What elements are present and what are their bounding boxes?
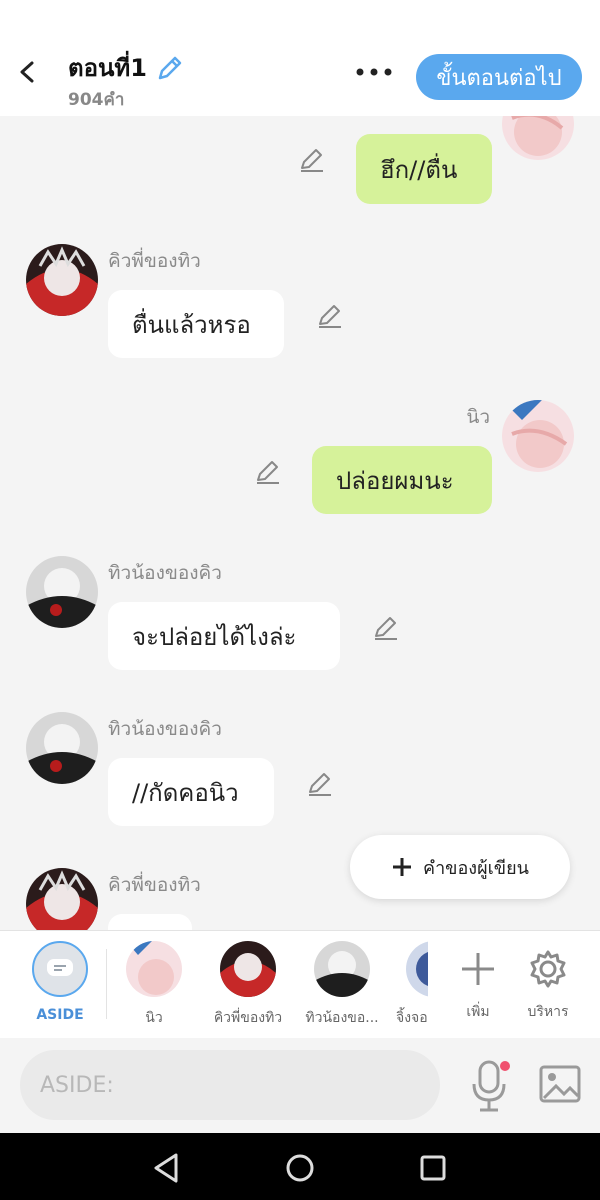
avatar-new[interactable] — [502, 400, 574, 472]
avatar-cue[interactable] — [26, 868, 98, 930]
gear-icon — [530, 950, 566, 988]
character-label: จิ้งจอ — [396, 1010, 428, 1026]
character-cue[interactable]: คิวพี่ของทิว — [204, 941, 292, 1036]
avatar — [314, 941, 370, 997]
message-bubble[interactable] — [108, 914, 192, 930]
character-new[interactable]: นิว — [110, 941, 198, 1036]
character-tew[interactable]: ทิวน้องขอ... — [298, 941, 386, 1036]
system-navigation-bar — [0, 1133, 600, 1200]
nav-home-icon[interactable] — [283, 1151, 317, 1185]
author-note-button[interactable]: คำของผู้เขียน — [350, 835, 570, 899]
sender-name: คิวพี่ของทิว — [108, 874, 201, 896]
title-row: ตอนที่1 — [68, 48, 185, 87]
character-label: ASIDE — [36, 1007, 84, 1023]
character-selector: ASIDE นิว คิวพี่ของทิว ทิวน้องขอ... จิ้ง… — [0, 930, 600, 1040]
word-count: 904คำ — [68, 90, 125, 110]
avatar — [406, 941, 428, 997]
sender-name: นิว — [466, 406, 490, 428]
top-bar: ตอนที่1 904คำ ขั้นตอนต่อไป — [0, 0, 600, 116]
character-fox[interactable]: จิ้งจอ — [386, 941, 428, 1036]
edit-message-icon[interactable] — [254, 458, 282, 486]
edit-message-icon[interactable] — [316, 302, 344, 330]
microphone-icon[interactable] — [468, 1058, 512, 1114]
back-arrow-icon[interactable] — [14, 58, 42, 86]
more-options-icon[interactable] — [354, 60, 394, 84]
character-label: นิว — [145, 1010, 163, 1026]
message-bubble[interactable]: ตื่นแล้วหรอ — [108, 290, 284, 358]
plus-icon — [393, 858, 412, 876]
message-input[interactable] — [20, 1050, 440, 1120]
sender-name: ทิวน้องของคิว — [108, 562, 222, 584]
message-bubble[interactable]: ปล่อยผมนะ — [312, 446, 492, 514]
chat-area[interactable]: ฮึก//ตื่น คิวพี่ของทิว ตื่นแล้วหรอ นิว ป… — [0, 116, 600, 930]
message-bubble[interactable]: ฮึก//ตื่น — [356, 134, 492, 204]
avatar-tew[interactable] — [26, 712, 98, 784]
page-title: ตอนที่1 — [68, 54, 147, 82]
message-bubble[interactable]: //กัดคอนิว — [108, 758, 274, 826]
avatar-tew[interactable] — [26, 556, 98, 628]
author-note-label: คำของผู้เขียน — [423, 857, 529, 879]
nav-recents-icon[interactable] — [416, 1151, 450, 1185]
manage-label: บริหาร — [527, 1004, 569, 1020]
message-bubble[interactable]: จะปล่อยได้ไงล่ะ — [108, 602, 340, 670]
manage-characters-button[interactable]: บริหาร — [504, 941, 592, 1036]
character-label: คิวพี่ของทิว — [213, 1010, 283, 1026]
avatar — [220, 941, 276, 997]
character-aside[interactable]: ASIDE — [16, 941, 104, 1036]
nav-back-icon[interactable] — [150, 1151, 184, 1185]
plus-icon — [462, 953, 494, 985]
avatar — [126, 941, 182, 997]
divider — [106, 949, 107, 1019]
composer — [0, 1038, 600, 1133]
sender-name: คิวพี่ของทิว — [108, 250, 201, 272]
aside-chat-icon — [32, 941, 88, 997]
edit-message-icon[interactable] — [372, 614, 400, 642]
edit-title-icon[interactable] — [155, 53, 185, 83]
image-icon[interactable] — [538, 1064, 582, 1104]
next-step-button[interactable]: ขั้นตอนต่อไป — [416, 54, 582, 100]
avatar-new[interactable] — [502, 116, 574, 160]
edit-message-icon[interactable] — [306, 770, 334, 798]
edit-message-icon[interactable] — [298, 146, 326, 174]
avatar-cue[interactable] — [26, 244, 98, 316]
sender-name: ทิวน้องของคิว — [108, 718, 222, 740]
character-label: ทิวน้องขอ... — [305, 1010, 379, 1026]
